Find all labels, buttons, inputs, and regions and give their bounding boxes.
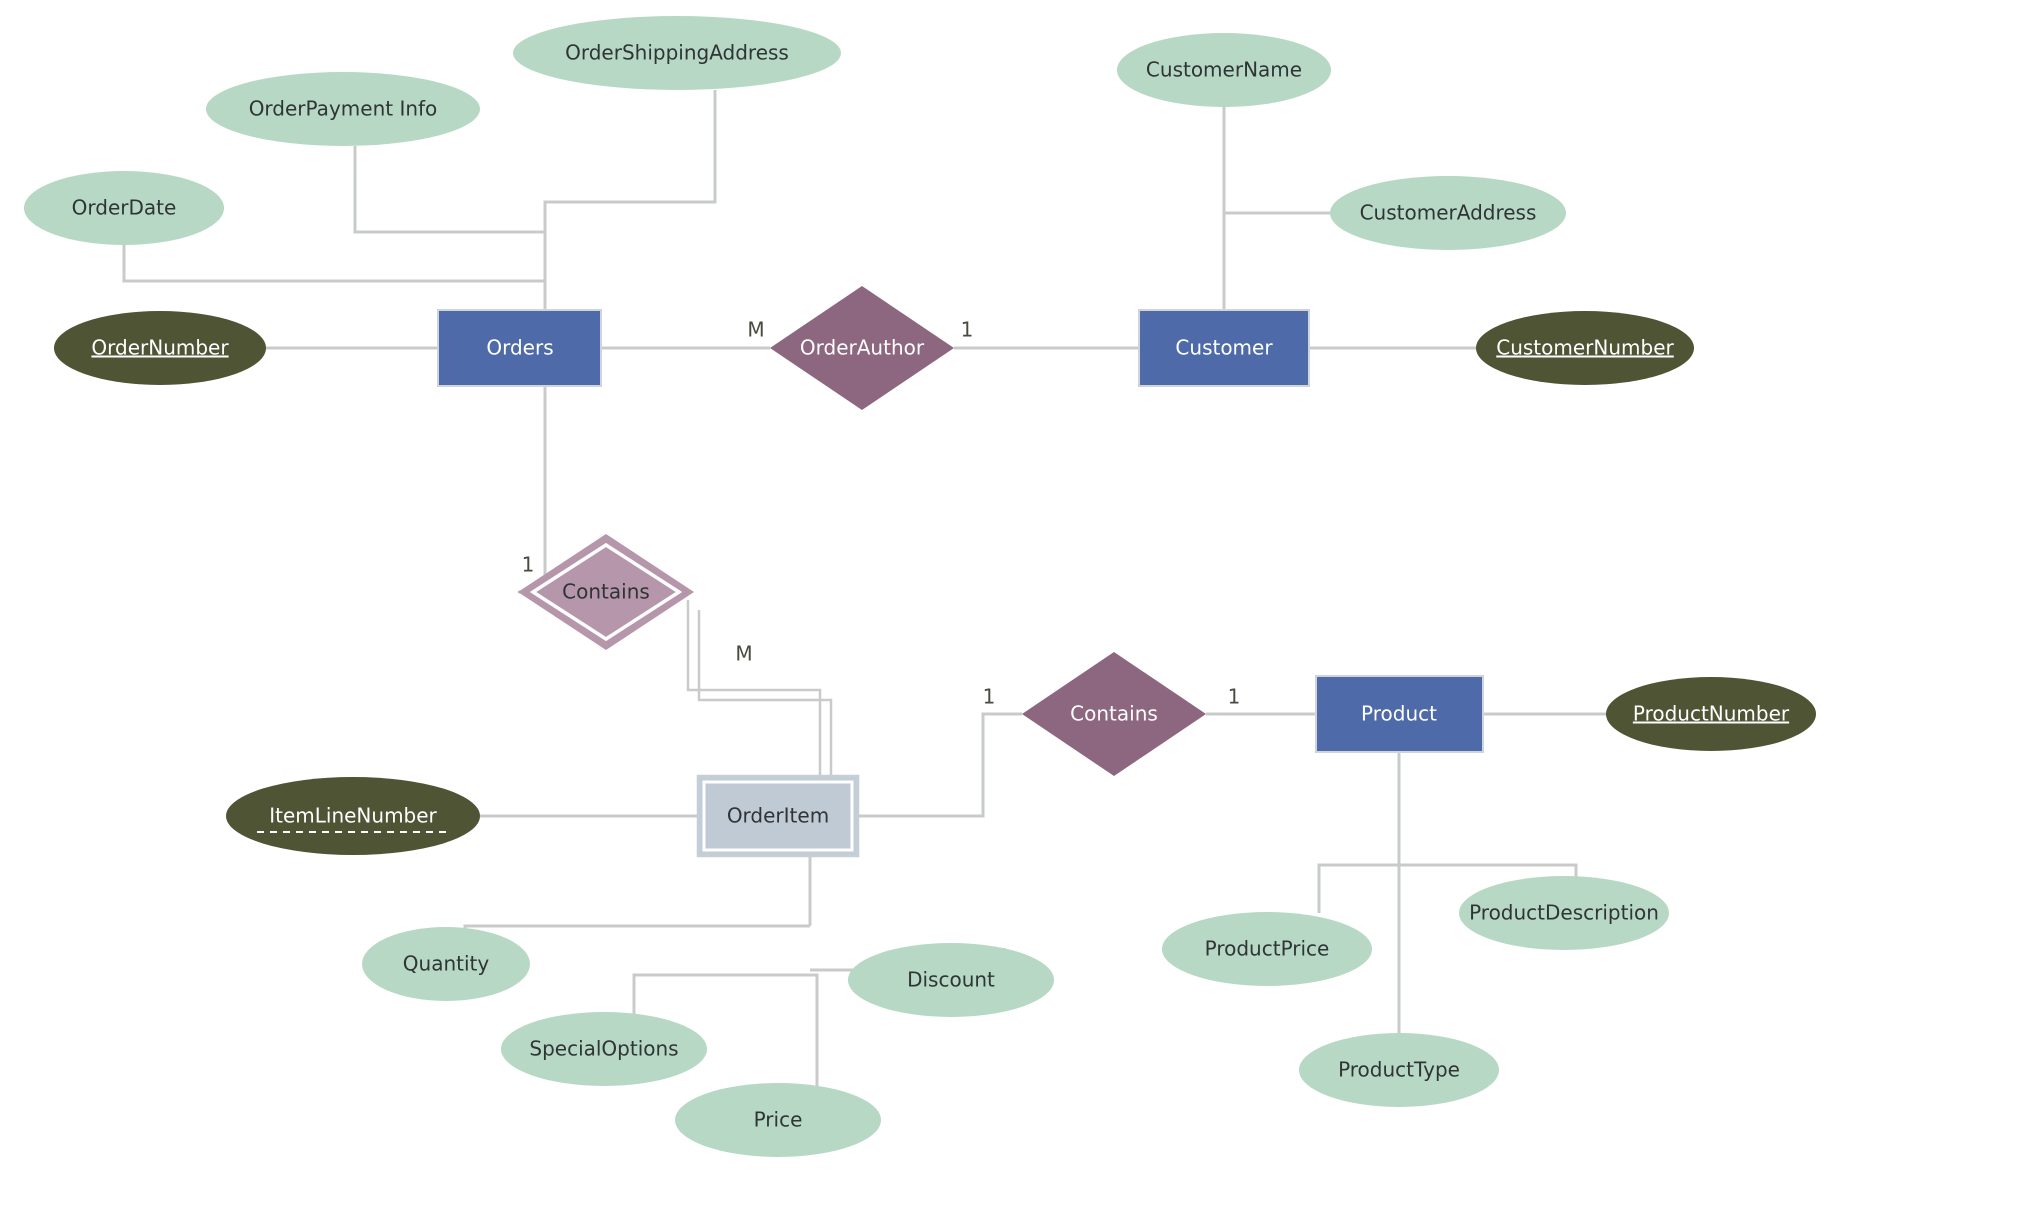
- relationship-layer: OrderAuthor Contains Contains: [518, 286, 1206, 776]
- attribute-specialoptions-label: SpecialOptions: [529, 1037, 678, 1061]
- conn-orderitem-quantity: [463, 924, 810, 930]
- attribute-itemlinenumber-label: ItemLineNumber: [269, 804, 437, 828]
- conn-orderpaymentinfo-orders: [353, 146, 545, 234]
- attribute-customername[interactable]: CustomerName: [1117, 33, 1331, 107]
- attribute-producttype-label: ProductType: [1338, 1058, 1460, 1082]
- attribute-layer: OrderDate OrderPayment Info OrderShippin…: [24, 16, 1816, 1157]
- entity-orders-label: Orders: [486, 336, 553, 360]
- entity-product-label: Product: [1361, 702, 1437, 726]
- relationship-contains-order-label: Contains: [562, 580, 650, 604]
- attribute-productdescription[interactable]: ProductDescription: [1459, 876, 1669, 950]
- attribute-ordernumber[interactable]: OrderNumber: [54, 311, 266, 385]
- cardinality-orderauthor-customer: 1: [961, 318, 974, 342]
- conn-ordershippingaddr-orders: [543, 90, 717, 310]
- conn-orderitem-prodcontains: [858, 712, 1022, 818]
- entity-orders[interactable]: Orders: [437, 309, 602, 387]
- cardinality-contains-orderitem: M: [735, 642, 752, 666]
- attribute-discount[interactable]: Discount: [848, 943, 1054, 1017]
- attribute-orderdate-label: OrderDate: [72, 196, 177, 220]
- conn-orderitem-price: [810, 973, 819, 1086]
- attribute-itemlinenumber[interactable]: ItemLineNumber: [226, 777, 480, 855]
- conn-product-productprice: [1317, 863, 1399, 913]
- er-diagram-svg: OrderDate OrderPayment Info OrderShippin…: [24, 16, 1816, 1157]
- attribute-specialoptions[interactable]: SpecialOptions: [501, 1012, 707, 1086]
- cardinality-orderitem-contains: 1: [983, 685, 996, 709]
- conn-orderitem-specialoptions: [632, 973, 810, 1014]
- cardinality-orders-orderauthor: M: [747, 318, 764, 342]
- attribute-productprice[interactable]: ProductPrice: [1162, 912, 1372, 986]
- attribute-ordernumber-label: OrderNumber: [91, 336, 229, 360]
- entity-orderitem[interactable]: OrderItem: [696, 774, 860, 858]
- attribute-ordershippingaddress[interactable]: OrderShippingAddress: [513, 16, 841, 90]
- attribute-quantity-label: Quantity: [403, 952, 490, 976]
- relationship-contains-product[interactable]: Contains: [1022, 652, 1206, 776]
- attribute-customernumber-label: CustomerNumber: [1496, 336, 1674, 360]
- attribute-productnumber-label: ProductNumber: [1633, 702, 1790, 726]
- entity-product[interactable]: Product: [1315, 675, 1484, 753]
- attribute-orderpaymentinfo[interactable]: OrderPayment Info: [206, 72, 480, 146]
- attribute-customername-label: CustomerName: [1146, 58, 1302, 82]
- attribute-productnumber[interactable]: ProductNumber: [1606, 677, 1816, 751]
- attribute-orderpaymentinfo-label: OrderPayment Info: [249, 97, 438, 121]
- entity-orderitem-label: OrderItem: [727, 804, 829, 828]
- relationship-orderauthor[interactable]: OrderAuthor: [770, 286, 954, 410]
- attribute-ordershippingaddress-label: OrderShippingAddress: [565, 41, 789, 65]
- conn-product-productdescription: [1399, 863, 1578, 877]
- cardinality-contains-product: 1: [1228, 685, 1241, 709]
- attribute-customeraddress[interactable]: CustomerAddress: [1330, 176, 1566, 250]
- attribute-discount-label: Discount: [907, 968, 995, 992]
- attribute-producttype[interactable]: ProductType: [1299, 1033, 1499, 1107]
- attribute-productdescription-label: ProductDescription: [1469, 901, 1659, 925]
- attribute-customernumber[interactable]: CustomerNumber: [1476, 311, 1694, 385]
- relationship-contains-product-label: Contains: [1070, 702, 1158, 726]
- er-diagram-canvas: OrderDate OrderPayment Info OrderShippin…: [0, 0, 2036, 1216]
- attribute-price-label: Price: [754, 1108, 803, 1132]
- conn-contains-orderitem: [686, 600, 833, 776]
- attribute-customeraddress-label: CustomerAddress: [1360, 201, 1537, 225]
- attribute-quantity[interactable]: Quantity: [362, 927, 530, 1001]
- cardinality-orders-contains: 1: [522, 553, 535, 577]
- conn-orderdate-orders: [122, 245, 547, 310]
- attribute-productprice-label: ProductPrice: [1205, 937, 1330, 961]
- attribute-price[interactable]: Price: [675, 1083, 881, 1157]
- relationship-orderauthor-label: OrderAuthor: [800, 336, 925, 360]
- entity-customer-label: Customer: [1175, 336, 1273, 360]
- entity-customer[interactable]: Customer: [1138, 309, 1310, 387]
- attribute-orderdate[interactable]: OrderDate: [24, 171, 224, 245]
